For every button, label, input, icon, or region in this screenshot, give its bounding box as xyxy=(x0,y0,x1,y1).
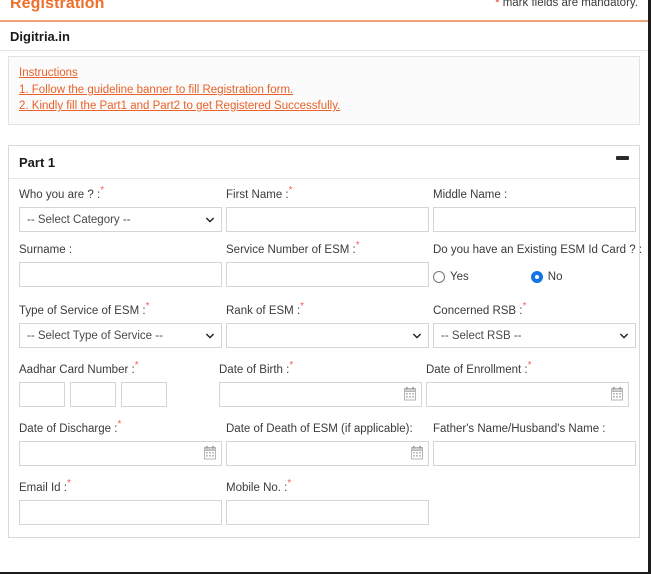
instruction-line-1[interactable]: 1. Follow the guideline banner to fill R… xyxy=(19,82,293,98)
field-middle-name: Middle Name : xyxy=(433,189,636,232)
surname-input[interactable] xyxy=(19,262,222,287)
date-of-birth-wrap xyxy=(219,382,422,407)
aadhar-input-group xyxy=(19,382,215,407)
aadhar-input-part-1[interactable] xyxy=(19,382,65,407)
form-row: Date of Discharge :* Date of Death of ES… xyxy=(19,419,636,466)
field-email-id: Email Id :* xyxy=(19,478,222,525)
concerned-rsb-select-wrap: -- Select RSB -- xyxy=(433,323,636,348)
form-row: Type of Service of ESM :* -- Select Type… xyxy=(19,301,636,348)
date-of-birth-input[interactable] xyxy=(219,382,422,407)
father-husband-name-input[interactable] xyxy=(433,441,636,466)
form-row: Aadhar Card Number :* Date of Birth :* D… xyxy=(19,360,629,407)
field-first-name: First Name :* xyxy=(226,185,429,232)
first-name-label: First Name :* xyxy=(226,185,293,201)
first-name-input[interactable] xyxy=(226,207,429,232)
field-empty-placeholder xyxy=(433,482,629,525)
type-of-service-select-wrap: -- Select Type of Service -- xyxy=(19,323,222,348)
who-you-are-select-wrap: -- Select Category -- xyxy=(19,207,222,232)
part1-title: Part 1 xyxy=(19,155,56,170)
field-father-husband-name: Father's Name/Husband's Name : xyxy=(433,423,636,466)
required-asterisk: * xyxy=(495,0,500,9)
instruction-line-2[interactable]: 2. Kindly fill the Part1 and Part2 to ge… xyxy=(19,98,340,114)
field-date-of-death: Date of Death of ESM (if applicable): xyxy=(226,423,429,466)
radio-option-yes[interactable]: Yes xyxy=(433,270,469,283)
mobile-no-label: Mobile No. :* xyxy=(226,478,292,494)
page-title: Registration xyxy=(10,0,105,12)
date-of-birth-label: Date of Birth :* xyxy=(219,360,294,376)
collapse-minus-icon[interactable] xyxy=(616,156,629,160)
field-mobile-no: Mobile No. :* xyxy=(226,478,429,525)
existing-esm-card-label: Do you have an Existing ESM Id Card ? : xyxy=(433,244,643,256)
type-of-service-label: Type of Service of ESM :* xyxy=(19,301,150,317)
surname-label: Surname : xyxy=(19,244,73,256)
type-of-service-select[interactable]: -- Select Type of Service -- xyxy=(19,323,222,348)
rank-of-esm-select-wrap xyxy=(226,323,429,348)
radio-label-yes: Yes xyxy=(450,270,469,283)
date-of-enrollment-label: Date of Enrollment :* xyxy=(426,360,532,376)
field-date-of-enrollment: Date of Enrollment :* xyxy=(426,360,629,407)
aadhar-input-part-3[interactable] xyxy=(121,382,167,407)
date-of-death-label: Date of Death of ESM (if applicable): xyxy=(226,423,413,435)
concerned-rsb-select[interactable]: -- Select RSB -- xyxy=(433,323,636,348)
part1-panel-header: Part 1 xyxy=(9,146,639,179)
email-id-input[interactable] xyxy=(19,500,222,525)
field-who-you-are: Who you are ? :* -- Select Category -- xyxy=(19,185,222,232)
date-of-discharge-label: Date of Discharge :* xyxy=(19,419,122,435)
radio-option-no[interactable]: No xyxy=(530,270,563,283)
mobile-no-input[interactable] xyxy=(226,500,429,525)
date-of-enrollment-input[interactable] xyxy=(426,382,629,407)
instructions-section: Instructions 1. Follow the guideline ban… xyxy=(0,51,648,133)
instructions-panel: Instructions 1. Follow the guideline ban… xyxy=(8,56,640,125)
field-surname: Surname : xyxy=(19,244,222,289)
form-row: Email Id :* Mobile No. :* xyxy=(19,478,629,525)
service-number-input[interactable] xyxy=(226,262,429,287)
date-of-discharge-input[interactable] xyxy=(19,441,222,466)
mandatory-note-text: mark fields are mandatory. xyxy=(502,0,638,9)
field-service-number: Service Number of ESM :* xyxy=(226,240,429,289)
existing-esm-card-radio-group: Yes No xyxy=(433,262,640,289)
site-name: Digitria.in xyxy=(0,22,648,51)
middle-name-label: Middle Name : xyxy=(433,189,508,201)
instructions-heading: Instructions xyxy=(19,67,78,79)
radio-label-no: No xyxy=(547,270,563,283)
date-of-enrollment-wrap xyxy=(426,382,629,407)
date-of-death-wrap xyxy=(226,441,429,466)
aadhar-input-part-2[interactable] xyxy=(70,382,116,407)
rank-of-esm-label: Rank of ESM :* xyxy=(226,301,305,317)
email-id-label: Email Id :* xyxy=(19,478,71,494)
father-husband-name-label: Father's Name/Husband's Name : xyxy=(433,423,606,435)
concerned-rsb-label: Concerned RSB :* xyxy=(433,301,527,317)
field-date-of-discharge: Date of Discharge :* xyxy=(19,419,222,466)
rank-of-esm-select[interactable] xyxy=(226,323,429,348)
who-you-are-select[interactable]: -- Select Category -- xyxy=(19,207,222,232)
service-number-label: Service Number of ESM :* xyxy=(226,240,360,256)
field-date-of-birth: Date of Birth :* xyxy=(219,360,422,407)
field-aadhar-card-number: Aadhar Card Number :* xyxy=(19,360,215,407)
page-header: Registration * mark fields are mandatory… xyxy=(0,0,648,22)
field-concerned-rsb: Concerned RSB :* -- Select RSB -- xyxy=(433,301,636,348)
field-type-of-service: Type of Service of ESM :* -- Select Type… xyxy=(19,301,222,348)
part1-form: Who you are ? :* -- Select Category -- F… xyxy=(9,179,642,537)
form-row: Surname : Service Number of ESM :* Do yo… xyxy=(19,240,642,289)
field-existing-esm-card: Do you have an Existing ESM Id Card ? : … xyxy=(433,244,643,289)
part1-panel: Part 1 Who you are ? :* -- Select Catego… xyxy=(8,145,642,538)
field-rank-of-esm: Rank of ESM :* xyxy=(226,301,429,348)
mandatory-fields-note: * mark fields are mandatory. xyxy=(495,0,638,9)
date-of-discharge-wrap xyxy=(19,441,222,466)
aadhar-card-number-label: Aadhar Card Number :* xyxy=(19,360,139,376)
radio-dot-yes[interactable] xyxy=(433,270,445,283)
date-of-death-input[interactable] xyxy=(226,441,429,466)
who-you-are-label: Who you are ? :* xyxy=(19,185,105,201)
middle-name-input[interactable] xyxy=(433,207,636,232)
form-row: Who you are ? :* -- Select Category -- F… xyxy=(19,185,636,232)
radio-dot-no[interactable] xyxy=(530,270,543,283)
